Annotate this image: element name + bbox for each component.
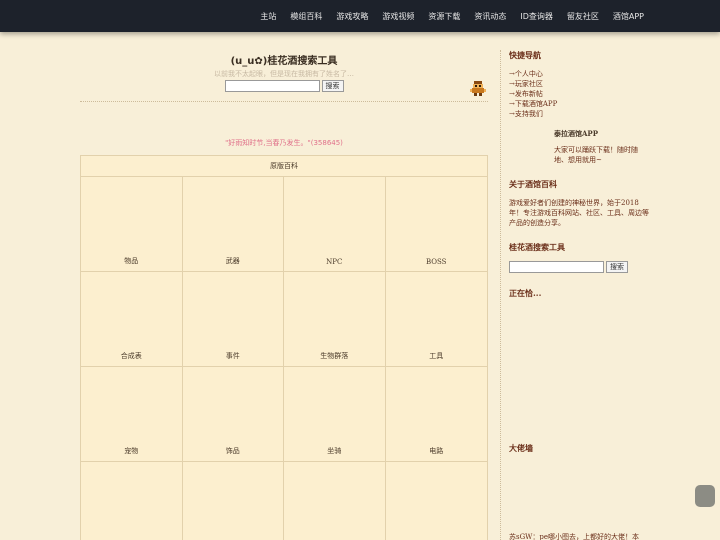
app-promo-title: 泰拉酒馆APP — [554, 129, 598, 138]
nav-game-videos[interactable]: 游戏视频 — [382, 11, 414, 22]
quick-link-support[interactable]: →支持我们 — [509, 109, 649, 119]
about-text: 游戏爱好者们创建的神秘世界，始于2018年！专注游戏百科网站、社区、工具、周边等… — [509, 199, 649, 227]
quick-link-new-post[interactable]: →发布新帖 — [509, 89, 649, 99]
sidebar: 快捷导航 →个人中心 →玩家社区 →发布新帖 →下载酒馆APP →支持我们 泰拉… — [509, 50, 649, 540]
wiki-cell-label: 生物群落 — [320, 352, 349, 360]
wiki-cell-label: 物品 — [124, 257, 139, 265]
wiki-cell-circuits[interactable]: 电路 — [385, 367, 487, 462]
wiki-cell-boss[interactable]: BOSS — [385, 177, 487, 272]
wiki-cell-empty — [183, 462, 284, 540]
wiki-cell-tools[interactable]: 工具 — [385, 272, 487, 367]
wiki-cell-label: 合成表 — [120, 352, 142, 360]
search-form: 搜索 — [80, 80, 488, 92]
wiki-cell-label: 工具 — [429, 352, 444, 360]
wiki-cell-label: 饰品 — [225, 447, 240, 455]
nav-mod-wiki[interactable]: 模组百科 — [290, 11, 322, 22]
main-nav: 主站 模组百科 游戏攻略 游戏视频 资源下载 资讯动态 ID查询器 留友社区 酒… — [260, 0, 644, 32]
wiki-category-grid: 物品 武器 NPC BOSS 合成表 事件 生物群落 工具 宠物 饰品 坐骑 电… — [81, 177, 487, 540]
nav-community[interactable]: 留友社区 — [567, 11, 599, 22]
daily-quote: "好雨知时节,当春乃发生。"(358645) — [225, 139, 343, 147]
vanilla-wiki-table: 原版百科 物品 武器 NPC BOSS 合成表 事件 生物群落 工具 宠物 饰品… — [80, 155, 488, 540]
wiki-cell-label: 电路 — [429, 447, 444, 455]
top-navigation-bar: 主站 模组百科 游戏攻略 游戏视频 资源下载 资讯动态 ID查询器 留友社区 酒… — [0, 0, 720, 32]
pixel-character-icon — [470, 81, 486, 96]
sidebar-search-form: 搜索 — [509, 261, 649, 273]
wiki-cell-label: BOSS — [426, 258, 447, 266]
quick-link-download-app[interactable]: →下载酒馆APP — [509, 99, 649, 109]
wiki-cell-label: 坐骑 — [327, 447, 342, 455]
wiki-cell-weapons[interactable]: 武器 — [182, 177, 284, 272]
wiki-cell-npc[interactable]: NPC — [284, 177, 386, 272]
wiki-cell-label: 宠物 — [124, 447, 139, 455]
quick-link-profile[interactable]: →个人中心 — [509, 69, 649, 79]
wiki-cell-items[interactable]: 物品 — [81, 177, 183, 272]
sidebar-search-title: 桂花酒搜索工具 — [509, 242, 565, 252]
hall-of-fame-title: 大佬墙 — [509, 443, 533, 453]
sidebar-search-button[interactable]: 搜索 — [606, 261, 628, 273]
wiki-cell-empty — [81, 462, 183, 540]
nav-app[interactable]: 酒馆APP — [613, 11, 644, 22]
nav-home[interactable]: 主站 — [260, 11, 276, 22]
wiki-cell-empty — [386, 462, 488, 540]
search-input[interactable] — [224, 80, 320, 92]
floating-action-button[interactable] — [695, 485, 715, 507]
wiki-cell-accessories[interactable]: 饰品 — [182, 367, 284, 462]
main-content: (u_u✿)桂花酒搜索工具 以前我不太起眼，但是现在我拥有了姓名了… 搜索 "好… — [80, 50, 488, 540]
sidebar-search-input[interactable] — [509, 261, 604, 273]
nav-game-guides[interactable]: 游戏攻略 — [336, 11, 368, 22]
wiki-cell-biomes[interactable]: 生物群落 — [284, 272, 386, 367]
wiki-cell-empty — [284, 462, 386, 540]
nav-news[interactable]: 资讯动态 — [474, 11, 506, 22]
sidebar-divider — [500, 50, 501, 540]
wiki-cell-recipes[interactable]: 合成表 — [81, 272, 183, 367]
app-promo-text: 大家可以踊跃下载！随时随地、想用就用~ — [554, 146, 638, 164]
about-title: 关于酒馆百科 — [509, 179, 557, 189]
nav-downloads[interactable]: 资源下载 — [428, 11, 460, 22]
nav-id-lookup[interactable]: ID查询器 — [520, 11, 553, 22]
search-tool-subtitle: 以前我不太起眼，但是现在我拥有了姓名了… — [214, 70, 354, 78]
wiki-cell-label: NPC — [326, 258, 343, 266]
wiki-cell-label: 事件 — [225, 352, 240, 360]
wiki-cell-events[interactable]: 事件 — [182, 272, 284, 367]
quick-link-community[interactable]: →玩家社区 — [509, 79, 649, 89]
section-divider — [80, 101, 488, 102]
app-promo: 泰拉酒馆APP 大家可以踊跃下载！随时随地、想用就用~ — [509, 129, 649, 165]
now-eating-title: 正在恰... — [509, 288, 542, 298]
wiki-cell-pets[interactable]: 宠物 — [81, 367, 183, 462]
wiki-cell-label: 武器 — [225, 257, 240, 265]
quick-nav-title: 快捷导航 — [509, 50, 541, 60]
hall-of-fame-text: 苏sGW：pe哪小图去，上都好的大佬！本 — [509, 533, 640, 540]
wiki-table-header: 原版百科 — [81, 156, 487, 177]
search-button[interactable]: 搜索 — [321, 80, 344, 92]
wiki-cell-mounts[interactable]: 坐骑 — [284, 367, 386, 462]
quick-nav-list: →个人中心 →玩家社区 →发布新帖 →下载酒馆APP →支持我们 — [509, 69, 649, 119]
search-tool-title: (u_u✿)桂花酒搜索工具 — [230, 56, 338, 67]
